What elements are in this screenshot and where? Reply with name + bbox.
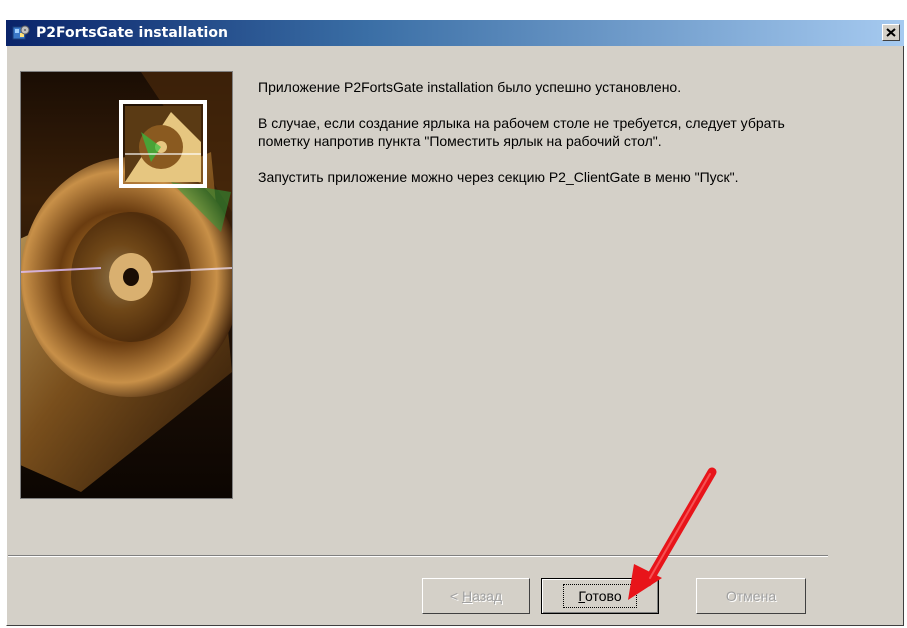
back-button[interactable]: < Назад xyxy=(422,578,530,614)
completion-message: Приложение P2FortsGate installation было… xyxy=(258,78,818,204)
banner-image xyxy=(20,71,233,499)
back-button-accel: Н xyxy=(461,588,473,604)
back-button-prefix: < xyxy=(449,588,462,604)
message-paragraph-3: Запустить приложение можно через секцию … xyxy=(258,169,739,185)
message-paragraph-2: В случае, если создание ярлыка на рабоче… xyxy=(258,115,785,149)
cancel-button-label: Отмена xyxy=(725,588,777,604)
close-button[interactable] xyxy=(882,24,900,41)
cancel-button[interactable]: Отмена xyxy=(696,578,806,614)
back-button-rest: азад xyxy=(472,588,503,604)
close-icon xyxy=(886,28,896,37)
finish-button[interactable]: Готово xyxy=(541,578,659,614)
message-paragraph-1: Приложение P2FortsGate installation было… xyxy=(258,79,682,95)
title-bar[interactable]: P2FortsGate installation xyxy=(6,20,904,46)
installer-icon xyxy=(12,25,30,40)
button-separator xyxy=(8,555,828,557)
finish-focus-ring: Готово xyxy=(563,584,637,608)
window-title: P2FortsGate installation xyxy=(36,25,228,41)
finish-button-rest: отово xyxy=(585,588,622,604)
cd-disc-image xyxy=(21,72,232,498)
